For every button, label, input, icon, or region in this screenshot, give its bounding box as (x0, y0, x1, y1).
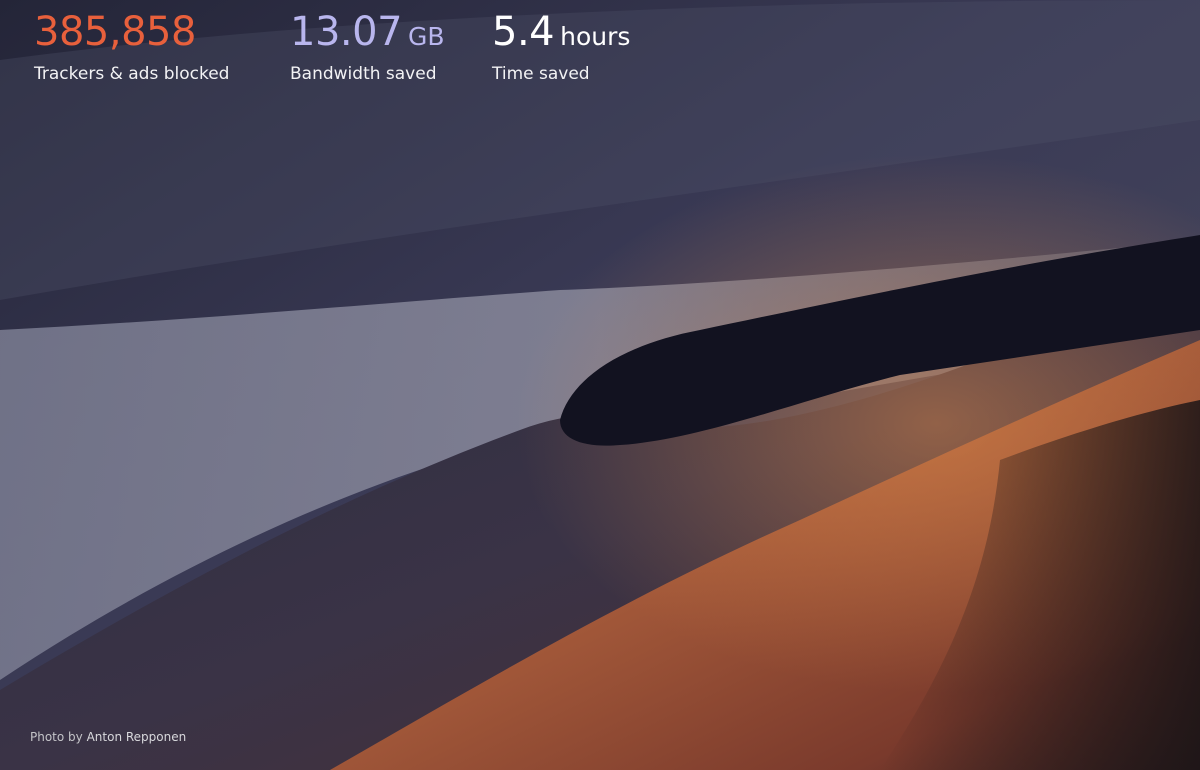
bandwidth-amount: 13.07 (290, 9, 403, 55)
time-stat: 5.4 hours Time saved (492, 6, 630, 85)
time-label: Time saved (492, 64, 590, 84)
background-photo (0, 0, 1200, 770)
trackers-stat: 385,858 Trackers & ads blocked (34, 6, 229, 85)
bandwidth-unit: GB (408, 22, 445, 51)
time-amount: 5.4 (492, 9, 555, 55)
photo-credit-author[interactable]: Anton Repponen (87, 730, 187, 744)
time-unit: hours (560, 22, 631, 51)
trackers-count: 385,858 (34, 9, 196, 55)
bandwidth-label: Bandwidth saved (290, 64, 437, 84)
new-tab-page: 385,858 Trackers & ads blocked 13.07 GB … (0, 0, 1200, 770)
bandwidth-stat: 13.07 GB Bandwidth saved (290, 6, 445, 85)
photo-credit-prefix: Photo by (30, 730, 83, 744)
trackers-label: Trackers & ads blocked (34, 64, 230, 84)
photo-credit[interactable]: Photo by Anton Repponen (30, 730, 186, 744)
